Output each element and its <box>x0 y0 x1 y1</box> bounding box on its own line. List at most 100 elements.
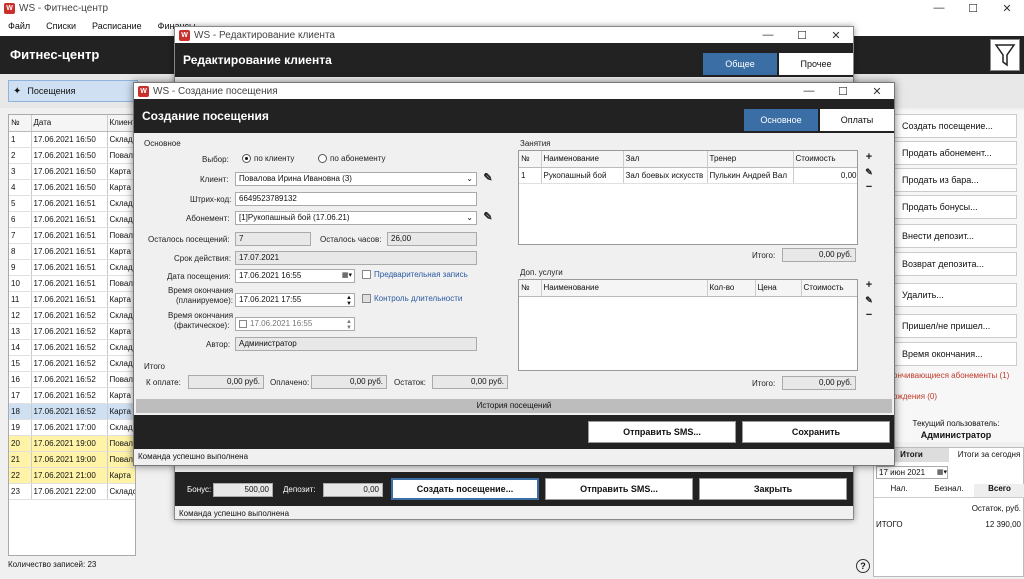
duration-control-checkbox[interactable]: Контроль длительности <box>362 294 462 304</box>
menu-lists[interactable]: Списки <box>38 21 84 31</box>
edit-service-icon[interactable]: ✎ <box>863 295 875 307</box>
table-row[interactable]: 12 17.06.2021 16:52 Склад <box>9 307 135 324</box>
tab-general[interactable]: Общее <box>703 53 777 75</box>
table-row[interactable]: 1 Рукопашный бой Зал боевых искусств Пул… <box>519 167 857 184</box>
expiring-subs-link[interactable]: ончивающиеся абонементы (1) <box>893 371 1009 380</box>
close-button[interactable]: Закрыть <box>699 478 847 500</box>
edit-client-icon[interactable]: ✎ <box>482 173 494 185</box>
table-row[interactable]: 2317.06.2021 22:00Складских Иван С <box>9 483 135 500</box>
create-visit-button[interactable]: Создать посещение... <box>893 114 1017 138</box>
col-num[interactable]: № <box>9 115 32 132</box>
col-num[interactable]: № <box>519 151 542 168</box>
nav-tab-visits[interactable]: ✦ Посещения <box>8 80 138 102</box>
col-qty[interactable]: Кол-во <box>707 280 756 297</box>
sell-subscription-button[interactable]: Продать абонемент... <box>893 141 1017 165</box>
col-cost[interactable]: Стоимость <box>801 280 857 297</box>
cash-tab[interactable]: Нал. <box>874 484 924 497</box>
tab-payments[interactable]: Оплаты <box>820 109 894 131</box>
add-service-icon[interactable]: + <box>863 280 875 292</box>
spinner-icon[interactable]: ▲ ▼ <box>346 295 352 306</box>
tab-general[interactable]: Основное <box>744 109 818 131</box>
table-row[interactable]: 18 17.06.2021 16:52 Карта <box>9 403 135 420</box>
table-row[interactable]: 5 17.06.2021 16:51 Склад <box>9 195 135 212</box>
table-row[interactable]: 11 17.06.2021 16:51 Карта <box>9 291 135 308</box>
maximize-icon[interactable]: ☐ <box>956 2 990 15</box>
sell-bar-button[interactable]: Продать из бара... <box>893 168 1017 192</box>
close-icon[interactable]: ✕ <box>990 2 1024 15</box>
col-date[interactable]: Дата <box>31 115 108 132</box>
history-bar[interactable]: История посещений <box>136 399 892 413</box>
minimize-icon[interactable]: — <box>792 85 826 98</box>
table-row[interactable]: 22 17.06.2021 21:00 Карта <box>9 467 135 484</box>
client-select[interactable]: Повалова Ирина Ивановна (3) ⌄ <box>235 172 477 186</box>
table-row[interactable]: 19 17.06.2021 17:00 Склад <box>9 419 135 436</box>
visit-date-label: Дата посещения: <box>167 272 231 281</box>
menu-schedule[interactable]: Расписание <box>84 21 150 31</box>
col-client[interactable]: Клиент <box>107 115 135 132</box>
delete-button[interactable]: Удалить... <box>893 283 1017 307</box>
sell-bonuses-button[interactable]: Продать бонусы... <box>893 195 1017 219</box>
minimize-icon[interactable]: — <box>922 2 956 15</box>
col-hall[interactable]: Зал <box>623 151 708 168</box>
save-button[interactable]: Сохранить <box>742 421 890 443</box>
col-price[interactable]: Цена <box>755 280 802 297</box>
table-row[interactable]: 8 17.06.2021 16:51 Карта <box>9 243 135 260</box>
col-num[interactable]: № <box>519 280 542 297</box>
choice-sub-radio[interactable]: по абонементу <box>318 154 385 164</box>
came-button[interactable]: Пришел/не пришел... <box>893 314 1017 338</box>
end-time-button[interactable]: Время окончания... <box>893 342 1017 366</box>
end-actual-field[interactable]: 17.06.2021 16:55 ▲ ▼ <box>235 317 355 331</box>
minimize-icon[interactable]: — <box>751 29 785 42</box>
choice-client-radio[interactable]: по клиенту <box>242 154 294 164</box>
end-planned-field[interactable]: 17.06.2021 17:55 ▲ ▼ <box>235 293 355 307</box>
col-cost[interactable]: Стоимость <box>793 151 857 168</box>
edit-subscription-icon[interactable]: ✎ <box>482 212 494 224</box>
prebook-checkbox[interactable]: Предварительная запись <box>362 270 468 280</box>
table-row[interactable]: 2 17.06.2021 16:50 Повал <box>9 147 135 164</box>
col-name[interactable]: Наименование <box>541 151 624 168</box>
total-tab[interactable]: Всего <box>974 484 1024 497</box>
send-sms-button[interactable]: Отправить SMS... <box>545 478 693 500</box>
checkbox-icon[interactable] <box>239 319 247 328</box>
tab-other[interactable]: Прочее <box>779 53 853 75</box>
visit-date-picker[interactable]: 17.06.2021 16:55 ▦▾ <box>235 269 355 283</box>
table-row[interactable]: 21 17.06.2021 19:00 Повал <box>9 451 135 468</box>
help-icon[interactable]: ? <box>856 559 870 573</box>
table-row[interactable]: 6 17.06.2021 16:51 Склад <box>9 211 135 228</box>
birthdays-link[interactable]: ождения (0) <box>893 392 937 401</box>
table-row[interactable]: 7 17.06.2021 16:51 Повал <box>9 227 135 244</box>
col-trainer[interactable]: Тренер <box>707 151 794 168</box>
table-row[interactable]: 15 17.06.2021 16:52 Склад <box>9 355 135 372</box>
deposit-return-button[interactable]: Возврат депозита... <box>893 252 1017 276</box>
spinner-icon[interactable]: ▲ ▼ <box>346 319 352 330</box>
remove-class-icon[interactable]: − <box>863 182 875 194</box>
table-row[interactable]: 17 17.06.2021 16:52 Карта <box>9 387 135 404</box>
cashless-tab[interactable]: Безнал. <box>924 484 974 497</box>
table-row[interactable]: 20 17.06.2021 19:00 Повал <box>9 435 135 452</box>
edit-class-icon[interactable]: ✎ <box>863 167 875 179</box>
totals-today-tab[interactable]: Итоги за сегодня <box>954 450 1024 460</box>
subscription-select[interactable]: [1]Рукопашный бой (17.06.21) ⌄ <box>235 211 477 225</box>
maximize-icon[interactable]: ☐ <box>785 29 819 42</box>
table-row[interactable]: 1 17.06.2021 16:50 Склад <box>9 131 135 148</box>
maximize-icon[interactable]: ☐ <box>826 85 860 98</box>
table-row[interactable]: 9 17.06.2021 16:51 Склад <box>9 259 135 276</box>
create-visit-button[interactable]: Создать посещение... <box>391 478 539 500</box>
col-name[interactable]: Наименование <box>541 280 708 297</box>
table-row[interactable]: 3 17.06.2021 16:50 Карта <box>9 163 135 180</box>
table-row[interactable]: 4 17.06.2021 16:50 Карта <box>9 179 135 196</box>
close-icon[interactable]: ✕ <box>860 85 894 98</box>
deposit-button[interactable]: Внести депозит... <box>893 224 1017 248</box>
send-sms-button[interactable]: Отправить SMS... <box>588 421 736 443</box>
table-row[interactable]: 16 17.06.2021 16:52 Повал <box>9 371 135 388</box>
barcode-field[interactable]: 6649523789132 <box>235 192 477 206</box>
close-icon[interactable]: ✕ <box>819 29 853 42</box>
remove-service-icon[interactable]: − <box>863 310 875 322</box>
filter-button[interactable] <box>990 39 1020 71</box>
totals-date-picker[interactable]: 17 июн 2021 ▦▾ <box>876 466 948 479</box>
add-class-icon[interactable]: + <box>863 152 875 164</box>
table-row[interactable]: 14 17.06.2021 16:52 Склад <box>9 339 135 356</box>
table-row[interactable]: 10 17.06.2021 16:51 Повал <box>9 275 135 292</box>
menu-file[interactable]: Файл <box>0 21 38 31</box>
table-row[interactable]: 13 17.06.2021 16:52 Карта <box>9 323 135 340</box>
